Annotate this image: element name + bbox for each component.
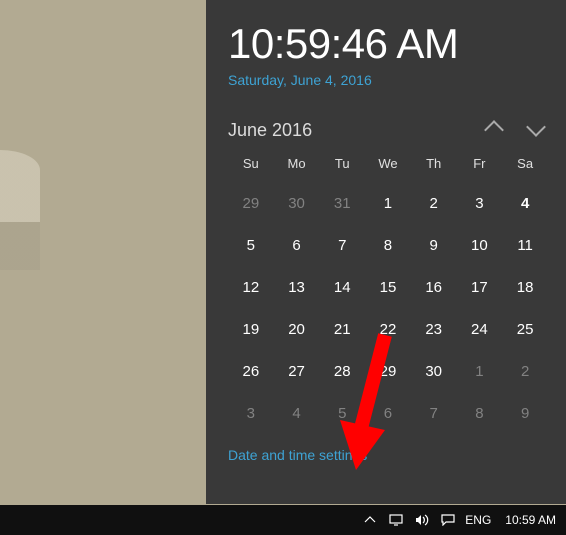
monitor-icon [389,514,403,526]
calendar-day[interactable]: 10 [461,226,497,262]
clock-calendar-flyout: 10:59:46 AM Saturday, June 4, 2016 June … [206,0,566,504]
language-indicator[interactable]: ENG [465,513,491,527]
clock-time: 10:59:46 AM [228,20,548,68]
calendar-day[interactable]: 8 [370,226,406,262]
calendar-day[interactable]: 25 [507,310,543,346]
calendar-day[interactable]: 8 [461,394,497,430]
calendar-day[interactable]: 6 [370,394,406,430]
calendar-day[interactable]: 21 [324,310,360,346]
calendar-body: 2930311234567891011121314151617181920212… [228,181,548,433]
calendar-day[interactable]: 9 [416,226,452,262]
calendar-day[interactable]: 6 [279,226,315,262]
weekday-header: Su [228,150,274,181]
weekday-header: Mo [274,150,320,181]
calendar-day[interactable]: 2 [507,352,543,388]
taskbar: ENG 10:59 AM [0,505,566,535]
calendar-month-header: June 2016 [228,118,548,142]
calendar-day[interactable]: 31 [324,184,360,220]
calendar-day[interactable]: 11 [507,226,543,262]
weekday-header: Fr [457,150,503,181]
clock-date[interactable]: Saturday, June 4, 2016 [228,72,548,88]
calendar-day[interactable]: 17 [461,268,497,304]
desktop-background-object [0,150,40,270]
calendar-day[interactable]: 30 [279,184,315,220]
network-icon[interactable] [387,511,405,529]
weekday-header: Th [411,150,457,181]
calendar-day[interactable]: 16 [416,268,452,304]
chevron-up-icon [364,514,376,526]
speaker-icon [415,514,429,526]
calendar-day-today[interactable]: 4 [507,184,543,220]
chevron-down-icon [526,117,546,137]
calendar-day[interactable]: 28 [324,352,360,388]
calendar-day[interactable]: 7 [324,226,360,262]
calendar-day[interactable]: 26 [233,352,269,388]
action-center-icon[interactable] [439,511,457,529]
calendar-day[interactable]: 23 [416,310,452,346]
show-hidden-icons-button[interactable] [361,511,379,529]
next-month-button[interactable] [524,118,548,142]
calendar-day[interactable]: 18 [507,268,543,304]
weekday-header: Sa [502,150,548,181]
calendar-day[interactable]: 27 [279,352,315,388]
calendar-day[interactable]: 15 [370,268,406,304]
weekday-header: Tu [319,150,365,181]
calendar-day[interactable]: 3 [233,394,269,430]
calendar-day[interactable]: 12 [233,268,269,304]
calendar-weekday-row: SuMoTuWeThFrSa [228,150,548,181]
calendar-grid: SuMoTuWeThFrSa 2930311234567891011121314… [228,150,548,433]
chevron-up-icon [484,120,504,140]
calendar-day[interactable]: 29 [370,352,406,388]
comment-icon [441,514,455,526]
calendar-day[interactable]: 2 [416,184,452,220]
calendar-day[interactable]: 4 [279,394,315,430]
calendar-day[interactable]: 1 [370,184,406,220]
calendar-day[interactable]: 5 [233,226,269,262]
calendar-day[interactable]: 19 [233,310,269,346]
calendar-day[interactable]: 20 [279,310,315,346]
calendar-day[interactable]: 22 [370,310,406,346]
calendar-day[interactable]: 5 [324,394,360,430]
calendar-day[interactable]: 7 [416,394,452,430]
calendar-day[interactable]: 30 [416,352,452,388]
date-time-settings-link[interactable]: Date and time settings [228,447,367,463]
calendar-day[interactable]: 29 [233,184,269,220]
calendar-month-label[interactable]: June 2016 [228,120,464,141]
volume-icon[interactable] [413,511,431,529]
weekday-header: We [365,150,411,181]
calendar-day[interactable]: 1 [461,352,497,388]
taskbar-clock[interactable]: 10:59 AM [505,513,556,527]
calendar-day[interactable]: 24 [461,310,497,346]
calendar-day[interactable]: 3 [461,184,497,220]
previous-month-button[interactable] [482,118,506,142]
calendar-day[interactable]: 9 [507,394,543,430]
calendar-day[interactable]: 13 [279,268,315,304]
calendar-day[interactable]: 14 [324,268,360,304]
